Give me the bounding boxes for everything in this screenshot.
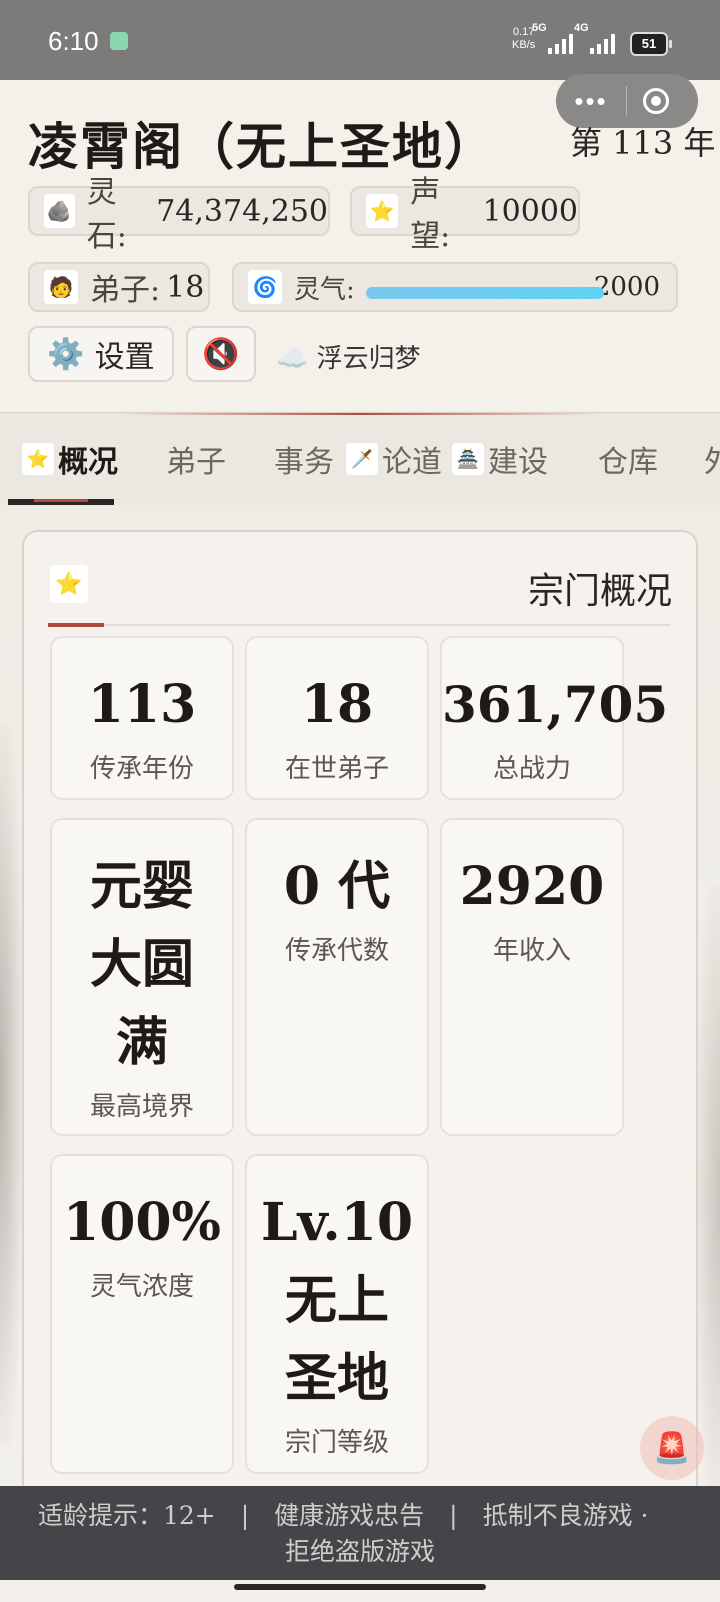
card-generations: 0 代传承代数 [245, 818, 429, 1136]
stat-label: 灵气浓度 [89, 1272, 194, 1302]
spirit-stone-stat: 🪨 灵石: 74,374,250 [28, 175, 330, 254]
card-highest-realm: 元婴 大圆 满最高境界 [50, 818, 234, 1136]
year-counter: 第 113 年 [570, 124, 716, 162]
tab-overview[interactable]: ⭐ 概况 [22, 437, 118, 481]
stat-value: 2920 [459, 856, 605, 917]
tab-more[interactable]: 外 [704, 437, 720, 481]
ink-painting-decoration [0, 725, 24, 1445]
notice-line-2: 拒绝盗版游戏 [284, 1537, 435, 1566]
card-qi-density: 100% 灵气浓度 [50, 1154, 234, 1474]
prestige-stat: ⭐ 声望: 10000 [350, 175, 580, 254]
prestige-value: 10000 [482, 193, 578, 229]
card-total-power: 361,705 总战力 [440, 636, 669, 800]
stat-label: 在世弟子 [284, 754, 389, 784]
prestige-star-icon: ⭐ [366, 194, 399, 228]
stat-value: 0 代 [283, 856, 391, 917]
main-tab-bar: ⭐概况 弟子 事务 🗡️论道 🏯建设 仓库 外 [0, 412, 720, 506]
qi-progress-fill [366, 287, 604, 299]
settings-button[interactable]: ⚙️ 设置 [28, 326, 174, 382]
notice-line-1: 适龄提示：12+ | 健康游戏忠告 | 抵制不良游戏 · [38, 1501, 649, 1530]
stat-value: Lv.10 无上 圣地 [260, 1192, 413, 1409]
stat-value: 元婴 大圆 满 [89, 856, 194, 1073]
card-annual-income: 2920 年收入 [440, 818, 624, 1136]
card-living-disciples: 18 在世弟子 [245, 636, 429, 800]
status-bar: 6:10 0.17 KB/s 5G 4G 51 [0, 0, 720, 80]
qi-icon: 🌀 [248, 270, 282, 304]
age-rating-notice: 适龄提示：12+ | 健康游戏忠告 | 抵制不良游戏 · 拒绝盗版游戏 [0, 1486, 720, 1580]
battery-icon: 51 [630, 32, 672, 56]
spirit-stone-value: 74,374,250 [156, 193, 328, 229]
gear-icon: ⚙️ [47, 336, 85, 372]
tab-construction[interactable]: 🏯 建设 [452, 437, 548, 481]
signal-4g-icon [590, 32, 615, 54]
tab-debate[interactable]: 🗡️ 论道 [346, 437, 442, 481]
tab-disciples[interactable]: 弟子 [166, 437, 226, 481]
disciples-value: 18 [166, 269, 205, 305]
notification-icon [110, 32, 128, 50]
stat-label: 最高境界 [89, 1092, 194, 1122]
qi-value: 2000 [593, 272, 660, 302]
stat-value: 113 [87, 674, 197, 735]
tab-warehouse[interactable]: 仓库 [598, 437, 658, 481]
disciples-stat: 🧑 弟子: 18 [28, 262, 210, 312]
more-menu-button[interactable]: ••• [556, 86, 626, 117]
weather-status: ☁️ 浮云归梦 [276, 344, 421, 374]
signal-5g-icon [548, 32, 573, 54]
sword-icon: 🗡️ [346, 443, 378, 475]
signal-5g-label: 5G [532, 22, 547, 34]
stat-value: 18 [300, 674, 374, 735]
mute-button[interactable]: 🔇 [186, 326, 256, 382]
stat-label: 年收入 [492, 936, 571, 966]
tab-affairs[interactable]: 事务 [274, 437, 334, 481]
qi-progress-bar [366, 287, 604, 299]
star-icon: ⭐ [50, 565, 88, 603]
panel-title: 宗门概况 [527, 571, 672, 612]
panel-divider [48, 623, 670, 627]
stat-label: 总战力 [492, 754, 571, 784]
home-indicator[interactable] [234, 1584, 486, 1590]
alarm-icon[interactable]: 🚨 [640, 1416, 704, 1480]
mute-icon: 🔇 [202, 336, 240, 372]
close-mini-program-icon[interactable] [643, 88, 669, 114]
signal-4g-label: 4G [574, 22, 589, 34]
status-time: 6:10 [48, 26, 99, 56]
stat-value: 361,705 [442, 675, 669, 734]
stat-label: 传承代数 [284, 936, 389, 966]
spirit-stone-icon: 🪨 [44, 194, 75, 228]
pavilion-icon: 🏯 [452, 443, 484, 475]
stat-value: 100% [63, 1192, 221, 1253]
stat-label: 宗门等级 [284, 1428, 389, 1458]
disciple-icon: 🧑 [44, 270, 78, 304]
card-inheritance-years: 113 传承年份 [50, 636, 234, 800]
stat-label: 传承年份 [89, 754, 194, 784]
star-icon: ⭐ [22, 443, 54, 475]
cloud-icon: ☁️ [276, 344, 309, 374]
capsule-divider [626, 86, 627, 116]
card-sect-level: Lv.10 无上 圣地宗门等级 [245, 1154, 429, 1474]
